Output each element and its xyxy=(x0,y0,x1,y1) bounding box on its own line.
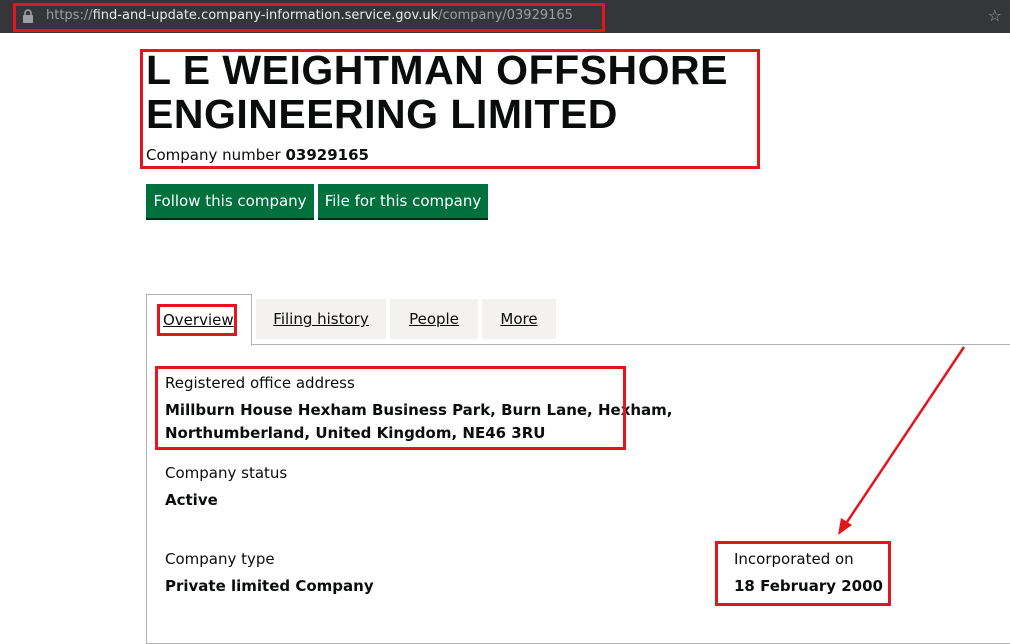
registered-office-label: Registered office address xyxy=(165,374,355,392)
incorporated-value: 18 February 2000 xyxy=(734,577,883,595)
company-name: L E WEIGHTMAN OFFSHORE ENGINEERING LIMIT… xyxy=(146,47,728,137)
url-path: /company/03929165 xyxy=(438,8,573,23)
url-host: find-and-update.company-information.serv… xyxy=(92,8,439,23)
registered-office-line1: Millburn House Hexham Business Park, Bur… xyxy=(165,401,673,419)
lock-icon xyxy=(23,9,33,23)
incorporated-label: Incorporated on xyxy=(734,550,854,568)
follow-company-button[interactable]: Follow this company xyxy=(146,184,314,220)
registered-office-line2: Northumberland, United Kingdom, NE46 3RU xyxy=(165,424,546,442)
bookmark-star-icon[interactable]: ☆ xyxy=(988,6,1002,25)
tab-more[interactable]: More xyxy=(482,299,556,339)
browser-address-bar[interactable]: https://find-and-update.company-informat… xyxy=(0,0,1010,33)
url-text[interactable]: https://find-and-update.company-informat… xyxy=(46,8,573,23)
company-status-label: Company status xyxy=(165,464,288,482)
tab-filing-history[interactable]: Filing history xyxy=(256,299,386,339)
file-for-company-button[interactable]: File for this company xyxy=(318,184,488,220)
tab-overview[interactable]: Overview xyxy=(146,294,252,346)
company-number-value: 03929165 xyxy=(285,146,369,164)
tab-people[interactable]: People xyxy=(390,299,478,339)
company-type-label: Company type xyxy=(165,550,275,568)
company-number-label: Company number xyxy=(146,146,281,164)
company-type-value: Private limited Company xyxy=(165,577,374,595)
tab-overview-label[interactable]: Overview xyxy=(163,311,234,329)
company-status-value: Active xyxy=(165,491,218,509)
company-number: Company number 03929165 xyxy=(146,146,369,164)
url-scheme: https:// xyxy=(46,8,93,23)
